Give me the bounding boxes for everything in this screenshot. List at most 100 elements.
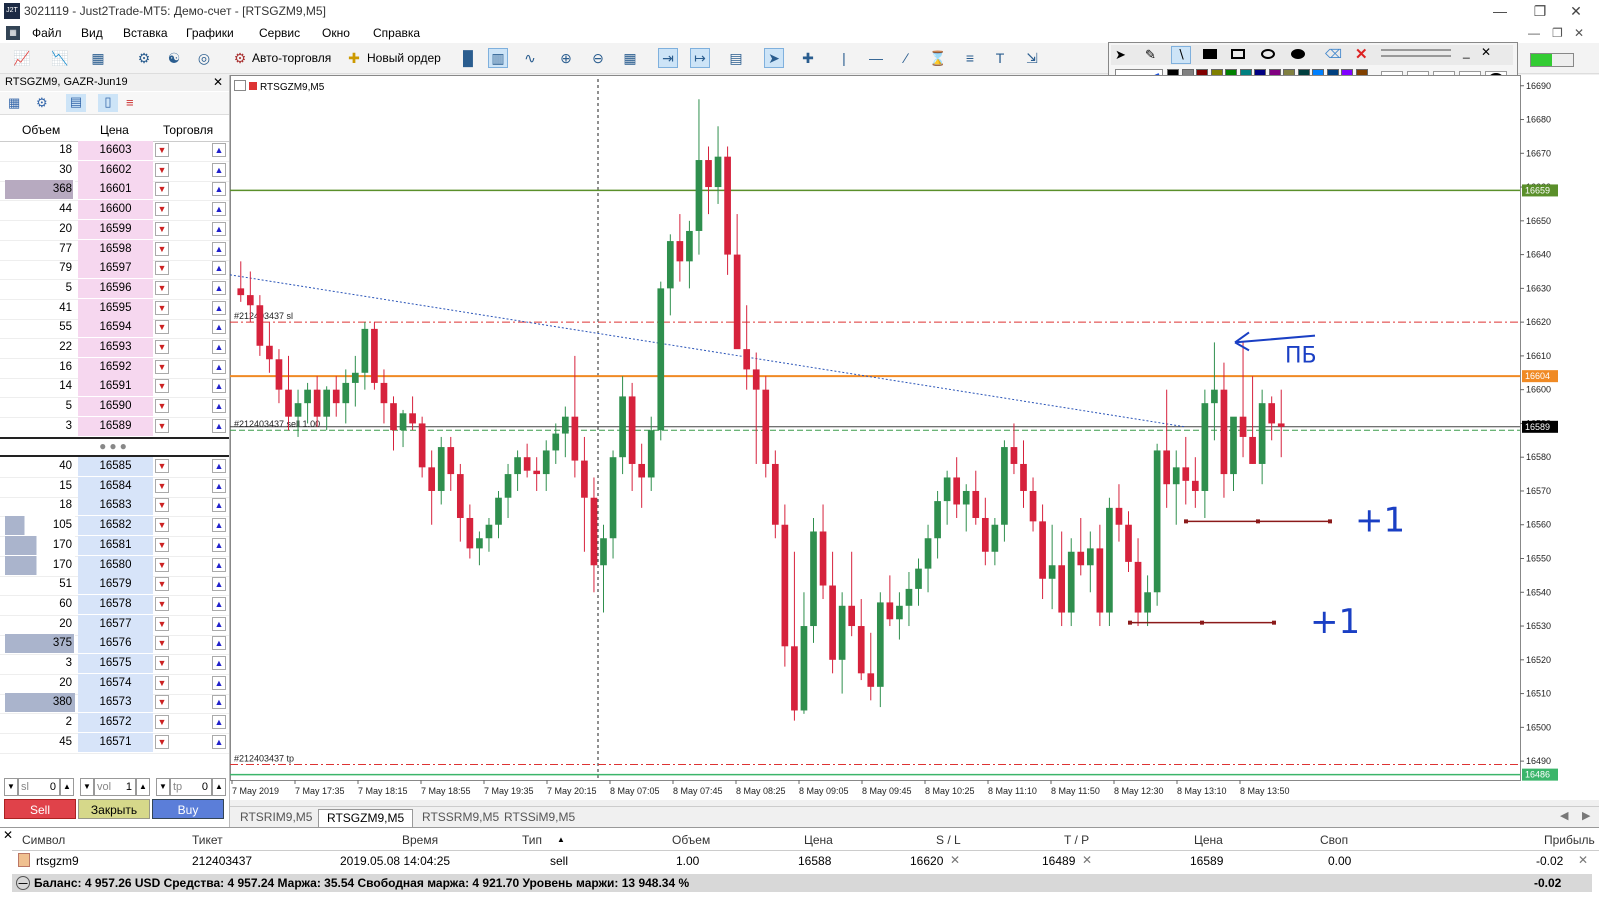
data-window-icon[interactable]: ⚙ xyxy=(134,48,154,68)
col-ticket[interactable]: Тикет xyxy=(192,833,223,847)
profiles-icon[interactable]: 📉 xyxy=(50,48,70,68)
depth-price[interactable]: 16590 xyxy=(78,397,153,417)
sell-limit-icon[interactable]: ▼ xyxy=(155,320,169,335)
buy-limit-icon[interactable]: ▲ xyxy=(212,656,226,670)
depth-price[interactable]: 16589 xyxy=(78,416,153,436)
menu-view[interactable]: Вид xyxy=(81,26,103,40)
depth-price[interactable]: 16574 xyxy=(78,673,153,693)
buy-limit-icon[interactable]: ▲ xyxy=(212,202,226,217)
sell-limit-icon[interactable]: ▼ xyxy=(155,537,169,552)
new-order-icon[interactable]: ✚ xyxy=(344,48,364,68)
buy-limit-icon[interactable]: ▲ xyxy=(212,418,226,433)
depth-row[interactable]: 380 16573 ▼ ▲ xyxy=(0,693,229,715)
sell-limit-icon[interactable]: ▼ xyxy=(155,241,169,256)
tab-rtsrim9[interactable]: RTSRIM9,M5 xyxy=(232,809,320,826)
remove-sl-icon[interactable]: ✕ xyxy=(950,853,960,867)
depth-price[interactable]: 16600 xyxy=(78,200,153,220)
depth-price[interactable]: 16598 xyxy=(78,239,153,259)
sell-limit-icon[interactable]: ▼ xyxy=(155,557,169,572)
depth-price[interactable]: 16592 xyxy=(78,357,153,377)
palette-minimize-icon[interactable]: _ xyxy=(1463,45,1470,59)
chart-canvas[interactable]: 1669016680166701666016650166401663016620… xyxy=(229,75,1599,800)
depth-row[interactable]: 105 16582 ▼ ▲ xyxy=(0,516,229,538)
sell-limit-icon[interactable]: ▼ xyxy=(155,340,169,354)
sell-limit-icon[interactable]: ▼ xyxy=(155,498,169,513)
sell-limit-icon[interactable]: ▼ xyxy=(155,695,169,710)
depth-row[interactable]: 170 16581 ▼ ▲ xyxy=(0,535,229,557)
tp-up-icon[interactable]: ▲ xyxy=(212,778,226,796)
buy-limit-icon[interactable]: ▲ xyxy=(212,162,226,177)
col-volume[interactable]: Объем xyxy=(672,833,710,847)
crosshair-icon[interactable]: ✚ xyxy=(798,48,818,68)
depth-row[interactable]: 3 16589 ▼ ▲ xyxy=(0,416,229,438)
table-row[interactable]: rtsgzm9 212403437 2019.05.08 14:04:25 se… xyxy=(12,850,1599,870)
depth-price[interactable]: 16603 xyxy=(78,141,153,160)
depth-row[interactable]: 79 16597 ▼ ▲ xyxy=(0,259,229,281)
depth-row[interactable]: 44 16600 ▼ ▲ xyxy=(0,200,229,222)
filled-rectangle-icon[interactable] xyxy=(1203,49,1217,59)
depth-row[interactable]: 20 16599 ▼ ▲ xyxy=(0,219,229,241)
depth-row[interactable]: 15 16584 ▼ ▲ xyxy=(0,476,229,498)
trendline-icon[interactable]: ∕ xyxy=(896,48,916,68)
col-tp[interactable]: T / P xyxy=(1064,833,1089,847)
depth-price[interactable]: 16575 xyxy=(78,654,153,673)
col-swap[interactable]: Своп xyxy=(1320,833,1348,847)
buy-limit-icon[interactable]: ▲ xyxy=(212,518,226,533)
depth-price[interactable]: 16596 xyxy=(78,278,153,298)
line-chart-icon[interactable]: ∿ xyxy=(520,48,540,68)
sl-field[interactable]: sl 0 xyxy=(18,778,60,796)
sell-limit-icon[interactable]: ▼ xyxy=(155,418,169,433)
depth-row[interactable]: 22 16593 ▼ ▲ xyxy=(0,338,229,359)
sell-limit-icon[interactable]: ▼ xyxy=(155,221,169,236)
mdi-minimize-icon[interactable]: — xyxy=(1528,26,1540,40)
palette-pointer-icon[interactable]: ➤ xyxy=(1115,47,1126,63)
palette-grip[interactable] xyxy=(1381,49,1451,51)
depth-row[interactable]: 375 16576 ▼ ▲ xyxy=(0,634,229,656)
buy-limit-icon[interactable]: ▲ xyxy=(212,695,226,710)
buy-limit-icon[interactable]: ▲ xyxy=(212,399,226,414)
tab-rtssim9[interactable]: RTSSiM9,M5 xyxy=(496,809,583,826)
depth-price[interactable]: 16576 xyxy=(78,634,153,654)
col-time[interactable]: Время xyxy=(402,833,438,847)
chart-window-icon[interactable]: ▦ xyxy=(6,26,20,40)
vertical-line-icon[interactable]: | xyxy=(834,48,854,68)
depth-price[interactable]: 16602 xyxy=(78,160,153,180)
buy-limit-icon[interactable]: ▲ xyxy=(212,577,226,592)
spread-dots[interactable]: ●●● xyxy=(0,439,229,455)
close-icon[interactable]: ✕ xyxy=(1556,2,1596,20)
depth-view-icon[interactable]: ▤ xyxy=(66,94,86,112)
filled-ellipse-icon[interactable] xyxy=(1291,49,1305,59)
sell-limit-icon[interactable]: ▼ xyxy=(155,261,169,276)
sell-limit-icon[interactable]: ▼ xyxy=(155,675,169,690)
sell-limit-icon[interactable]: ▼ xyxy=(155,182,169,197)
autotrading-button[interactable]: Авто-торговля xyxy=(252,51,331,65)
row-sl[interactable]: 16620 xyxy=(910,854,943,868)
market-watch-icon[interactable]: ▦ xyxy=(88,48,108,68)
depth-row[interactable]: 20 16577 ▼ ▲ xyxy=(0,614,229,636)
depth-row[interactable]: 3 16575 ▼ ▲ xyxy=(0,654,229,675)
sl-up-icon[interactable]: ▲ xyxy=(60,778,74,796)
sell-limit-icon[interactable]: ▼ xyxy=(155,715,169,730)
depth-row[interactable]: 20 16574 ▼ ▲ xyxy=(0,673,229,695)
buy-limit-icon[interactable]: ▲ xyxy=(212,340,226,354)
depth-row[interactable]: 5 16590 ▼ ▲ xyxy=(0,397,229,419)
navigator-icon[interactable]: ☯ xyxy=(164,48,184,68)
menu-tools[interactable]: Сервис xyxy=(259,26,300,40)
depth-price[interactable]: 16595 xyxy=(78,298,153,318)
price-chart[interactable]: 1669016680166701666016650166401663016620… xyxy=(229,75,1599,800)
sell-limit-icon[interactable]: ▼ xyxy=(155,478,169,493)
tab-rtssrm9[interactable]: RTSSRM9,M5 xyxy=(414,809,507,826)
minimize-icon[interactable]: — xyxy=(1480,2,1520,20)
pen-line-icon[interactable]: ∖ xyxy=(1171,46,1191,64)
buy-limit-icon[interactable]: ▲ xyxy=(212,734,226,749)
depth-price[interactable]: 16582 xyxy=(78,516,153,536)
vol-down-icon[interactable]: ▼ xyxy=(80,778,94,796)
tabs-scroll-right-icon[interactable]: ▶ xyxy=(1582,809,1590,822)
cursor-icon[interactable]: ➤ xyxy=(764,48,784,68)
menu-charts[interactable]: Графики xyxy=(186,26,234,40)
depth-levels-icon[interactable]: ≡ xyxy=(126,95,134,110)
sell-limit-icon[interactable]: ▼ xyxy=(155,596,169,611)
sell-limit-icon[interactable]: ▼ xyxy=(155,459,169,473)
depth-price[interactable]: 16572 xyxy=(78,713,153,733)
depth-row[interactable]: 40 16585 ▼ ▲ xyxy=(0,457,229,478)
